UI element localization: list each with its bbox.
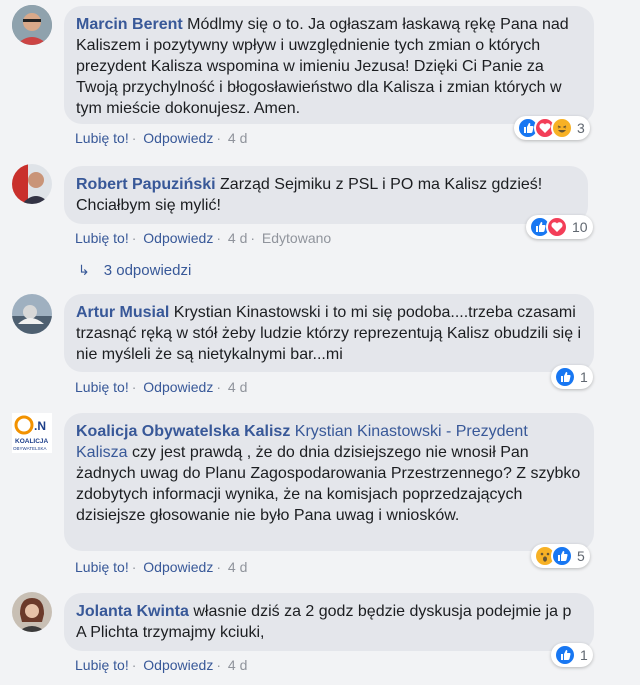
reaction-count: 3 bbox=[577, 120, 585, 136]
avatar[interactable] bbox=[12, 294, 52, 334]
comment-timestamp[interactable]: 4 d bbox=[228, 130, 247, 146]
comment-actions: Lubię to! · Odpowiedz · 4 d · Edytowano bbox=[75, 230, 332, 246]
comment-author[interactable]: Marcin Berent bbox=[76, 16, 183, 33]
haha-reaction-icon bbox=[551, 117, 573, 139]
avatar[interactable] bbox=[12, 164, 52, 204]
comment-author[interactable]: Jolanta Kwinta bbox=[76, 603, 189, 620]
like-reaction-icon bbox=[554, 366, 576, 388]
comment-timestamp[interactable]: 4 d bbox=[228, 657, 247, 673]
reaction-summary[interactable]: 1 bbox=[551, 643, 593, 667]
comment-actions: Lubię to! · Odpowiedz · 4 d bbox=[75, 559, 248, 575]
comment-author[interactable]: Robert Papuziński bbox=[76, 176, 216, 193]
reaction-count: 5 bbox=[577, 548, 585, 564]
view-replies-link[interactable]: ↳ 3 odpowiedzi bbox=[78, 262, 191, 279]
like-button[interactable]: Lubię to! bbox=[75, 559, 129, 575]
svg-text:OBYWATELSKA: OBYWATELSKA bbox=[13, 446, 47, 451]
svg-text:KOALICJA: KOALICJA bbox=[15, 438, 49, 445]
comment-actions: Lubię to! · Odpowiedz · 4 d bbox=[75, 379, 248, 395]
reaction-summary[interactable]: 5 bbox=[531, 544, 590, 568]
reply-button[interactable]: Odpowiedz bbox=[143, 130, 213, 146]
comment-bubble: Jolanta Kwinta własnie dziś za 2 godz bę… bbox=[64, 593, 594, 651]
reaction-count: 1 bbox=[580, 369, 588, 385]
like-reaction-icon bbox=[554, 644, 576, 666]
reaction-summary[interactable]: 3 bbox=[514, 116, 590, 140]
like-button[interactable]: Lubię to! bbox=[75, 230, 129, 246]
comment-timestamp[interactable]: 4 d bbox=[228, 230, 247, 246]
reaction-count: 1 bbox=[580, 647, 588, 663]
like-reaction-icon bbox=[551, 545, 573, 567]
comment-bubble: Robert Papuziński Zarząd Sejmiku z PSL i… bbox=[64, 166, 588, 224]
reply-button[interactable]: Odpowiedz bbox=[143, 230, 213, 246]
replies-count-label: 3 odpowiedzi bbox=[103, 262, 192, 279]
like-button[interactable]: Lubię to! bbox=[75, 130, 129, 146]
reply-button[interactable]: Odpowiedz bbox=[143, 559, 213, 575]
comment-bubble: Marcin Berent Módlmy się o to. Ja ogłasz… bbox=[64, 6, 594, 124]
comment-text: czy jest prawdą , że do dnia dzisiejszeg… bbox=[76, 444, 581, 524]
comment-bubble: Artur Musial Krystian Kinastowski i to m… bbox=[64, 294, 594, 372]
edited-label[interactable]: Edytowano bbox=[262, 230, 331, 246]
love-reaction-icon bbox=[546, 216, 568, 238]
reply-button[interactable]: Odpowiedz bbox=[143, 657, 213, 673]
reaction-summary[interactable]: 10 bbox=[526, 215, 593, 239]
comment-timestamp[interactable]: 4 d bbox=[228, 559, 247, 575]
page-logo-avatar[interactable]: .N KOALICJA OBYWATELSKA bbox=[12, 413, 52, 453]
reaction-summary[interactable]: 1 bbox=[551, 365, 593, 389]
svg-text:.N: .N bbox=[34, 419, 46, 433]
avatar[interactable] bbox=[12, 592, 52, 632]
comment-author[interactable]: Artur Musial bbox=[76, 304, 169, 321]
like-button[interactable]: Lubię to! bbox=[75, 657, 129, 673]
comment-actions: Lubię to! · Odpowiedz · 4 d bbox=[75, 130, 248, 146]
reply-arrow-icon: ↳ bbox=[78, 262, 90, 278]
reaction-count: 10 bbox=[572, 219, 588, 235]
like-button[interactable]: Lubię to! bbox=[75, 379, 129, 395]
comment-timestamp[interactable]: 4 d bbox=[228, 379, 247, 395]
reply-button[interactable]: Odpowiedz bbox=[143, 379, 213, 395]
avatar[interactable] bbox=[12, 5, 52, 45]
comment-actions: Lubię to! · Odpowiedz · 4 d bbox=[75, 657, 248, 673]
comment-bubble: Koalicja Obywatelska Kalisz Krystian Kin… bbox=[64, 413, 594, 551]
comment-author[interactable]: Koalicja Obywatelska Kalisz bbox=[76, 423, 290, 440]
